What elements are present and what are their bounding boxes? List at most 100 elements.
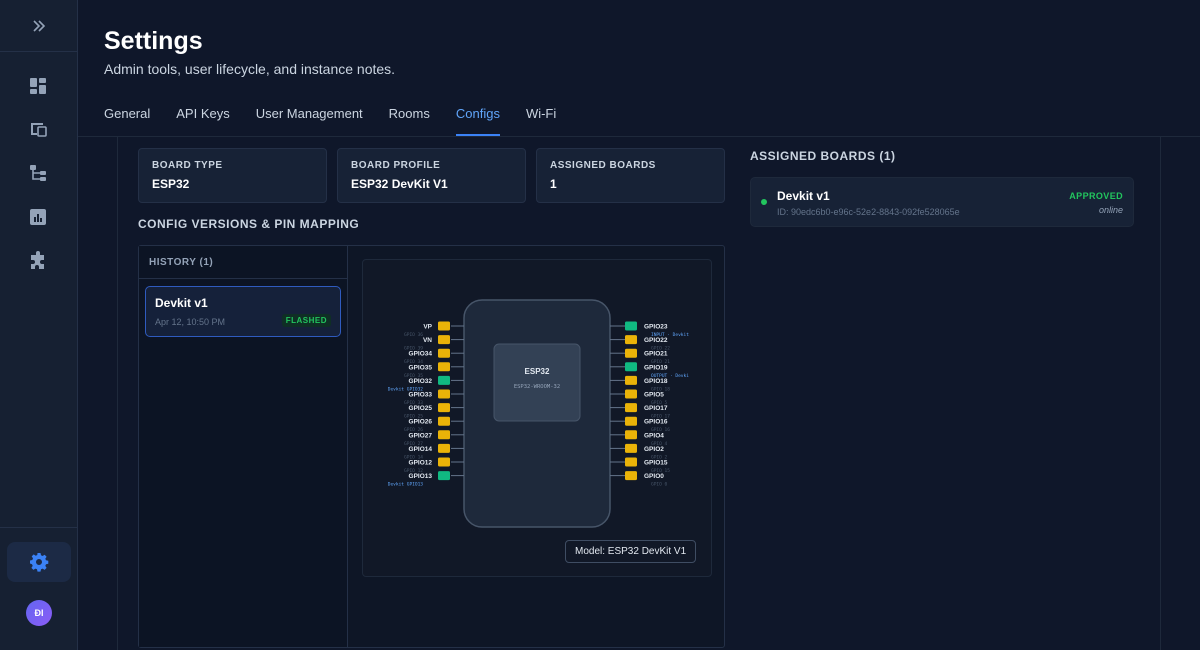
pin-gpio18[interactable] — [625, 375, 637, 385]
pin-label: GPIO27 — [409, 432, 433, 439]
assigned-boards-card: ASSIGNED BOARDS 1 — [536, 148, 725, 203]
avatar[interactable]: ĐI — [26, 600, 52, 626]
chip-model: ESP32-WROOM-32 — [514, 384, 560, 390]
board-type-card: BOARD TYPE ESP32 — [138, 148, 327, 203]
dashboard-icon — [30, 78, 46, 94]
pin-gpio17[interactable] — [625, 403, 637, 413]
devices-icon — [31, 123, 47, 137]
pin-label: GPIO13 — [409, 473, 433, 480]
tab-user-management[interactable]: User Management — [256, 106, 363, 136]
tab-bar: General API Keys User Management Rooms C… — [104, 106, 582, 136]
puzzle-icon — [31, 251, 44, 269]
pin-gpio19[interactable] — [625, 362, 637, 372]
sidebar-item-dashboard[interactable] — [27, 75, 49, 97]
history-item-title: Devkit v1 — [155, 296, 208, 310]
card-value: ESP32 — [152, 177, 190, 191]
pin-gpio21[interactable] — [625, 348, 637, 358]
tab-wifi[interactable]: Wi-Fi — [526, 106, 556, 136]
pin-gpio34[interactable] — [438, 348, 450, 358]
chevrons-right-icon — [32, 19, 45, 32]
approval-status-badge: APPROVED — [1069, 191, 1123, 201]
board-diagram: ESP32 ESP32-WROOM-32 VPGPIO 36VNGPIO 39G… — [388, 299, 689, 528]
pin-gpio14[interactable] — [438, 443, 450, 453]
history-list: HISTORY (1) Devkit v1 Apr 12, 10:50 PM F… — [139, 246, 348, 647]
pin-gpio33[interactable] — [438, 389, 450, 399]
pin-label: GPIO25 — [409, 405, 433, 412]
assigned-board-item[interactable]: Devkit v1 ID: 90edc6b0-e96c-52e2-8843-09… — [750, 177, 1134, 227]
online-status-dot — [761, 199, 767, 205]
board-id: ID: 90edc6b0-e96c-52e2-8843-092fe528065e — [777, 207, 960, 217]
sidebar-item-hierarchy[interactable] — [27, 162, 49, 184]
pin-gpio16[interactable] — [625, 416, 637, 426]
pin-gpio25[interactable] — [438, 403, 450, 413]
page-title: Settings — [104, 27, 203, 55]
pin-label: VP — [423, 324, 432, 331]
pin-label: GPIO22 — [644, 337, 668, 344]
pin-label: GPIO17 — [644, 405, 668, 412]
sidebar-divider — [0, 527, 77, 528]
sidebar-item-settings[interactable] — [7, 542, 71, 582]
card-value: 1 — [550, 177, 557, 191]
reports-icon — [30, 209, 46, 225]
pin-sublabel: Devkit GPIO13 — [388, 482, 424, 488]
pin-label: GPIO26 — [409, 419, 433, 426]
flashed-badge: FLASHED — [281, 314, 331, 327]
pin-gpio2[interactable] — [625, 443, 637, 453]
pin-gpio15[interactable] — [625, 457, 637, 467]
header: Settings Admin tools, user lifecycle, an… — [78, 0, 1200, 137]
pin-vn[interactable] — [438, 335, 450, 345]
chip-name: ESP32 — [525, 367, 550, 376]
pin-gpio12[interactable] — [438, 457, 450, 467]
pin-gpio13[interactable] — [438, 471, 450, 481]
pin-label: GPIO16 — [644, 419, 668, 426]
pin-gpio5[interactable] — [625, 389, 637, 399]
sidebar-item-reports[interactable] — [27, 206, 49, 228]
pin-sublabel: GPIO 36 — [404, 332, 423, 338]
tab-api-keys[interactable]: API Keys — [176, 106, 229, 136]
pin-label: GPIO4 — [644, 432, 664, 439]
card-label: ASSIGNED BOARDS — [550, 160, 656, 171]
assigned-boards-title: ASSIGNED BOARDS (1) — [750, 149, 896, 163]
card-label: BOARD PROFILE — [351, 160, 441, 171]
sidebar-toggle-button[interactable] — [0, 0, 77, 52]
pin-label: VN — [423, 337, 432, 344]
pin-label: GPIO34 — [409, 351, 433, 358]
tab-configs[interactable]: Configs — [455, 106, 500, 136]
board-name: Devkit v1 — [777, 189, 830, 203]
pin-label: GPIO14 — [409, 446, 433, 453]
hierarchy-icon — [30, 165, 46, 181]
pin-label: GPIO15 — [644, 460, 668, 467]
pin-label: GPIO18 — [644, 378, 668, 385]
pin-label: GPIO21 — [644, 351, 668, 358]
sidebar-item-plugins[interactable] — [27, 250, 49, 272]
pin-label: GPIO35 — [409, 364, 433, 371]
history-header: HISTORY (1) — [139, 246, 347, 279]
board-pinout-view: ESP32 ESP32-WROOM-32 VP GPIO 36 VN GPIO 39 G… — [362, 259, 712, 577]
pin-gpio23[interactable] — [625, 321, 637, 331]
pin-gpio35[interactable] — [438, 362, 450, 372]
pin-gpio22[interactable] — [625, 335, 637, 345]
pin-label: GPIO23 — [644, 324, 668, 331]
card-label: BOARD TYPE — [152, 160, 223, 171]
pin-gpio4[interactable] — [625, 430, 637, 440]
pin-label: GPIO12 — [409, 460, 433, 467]
pin-label: GPIO32 — [409, 378, 433, 385]
pin-gpio32[interactable] — [438, 375, 450, 385]
model-label: Model: ESP32 DevKit V1 — [565, 540, 697, 563]
pin-vp[interactable] — [438, 321, 450, 331]
history-item[interactable]: Devkit v1 Apr 12, 10:50 PM FLASHED — [145, 286, 341, 337]
tab-rooms[interactable]: Rooms — [389, 106, 430, 136]
config-panel: HISTORY (1) Devkit v1 Apr 12, 10:50 PM F… — [138, 245, 725, 648]
gear-icon — [30, 553, 49, 572]
pin-label: GPIO19 — [644, 364, 668, 371]
pin-label: GPIO0 — [644, 473, 664, 480]
connection-status: online — [1098, 205, 1123, 215]
pin-gpio27[interactable] — [438, 430, 450, 440]
pin-gpio26[interactable] — [438, 416, 450, 426]
chip-module — [493, 343, 581, 422]
pin-gpio0[interactable] — [625, 471, 637, 481]
main-content: BOARD TYPE ESP32 BOARD PROFILE ESP32 Dev… — [117, 137, 1161, 650]
tab-general[interactable]: General — [104, 106, 150, 136]
pin-label: GPIO33 — [409, 392, 433, 399]
sidebar-item-devices[interactable] — [27, 118, 49, 140]
